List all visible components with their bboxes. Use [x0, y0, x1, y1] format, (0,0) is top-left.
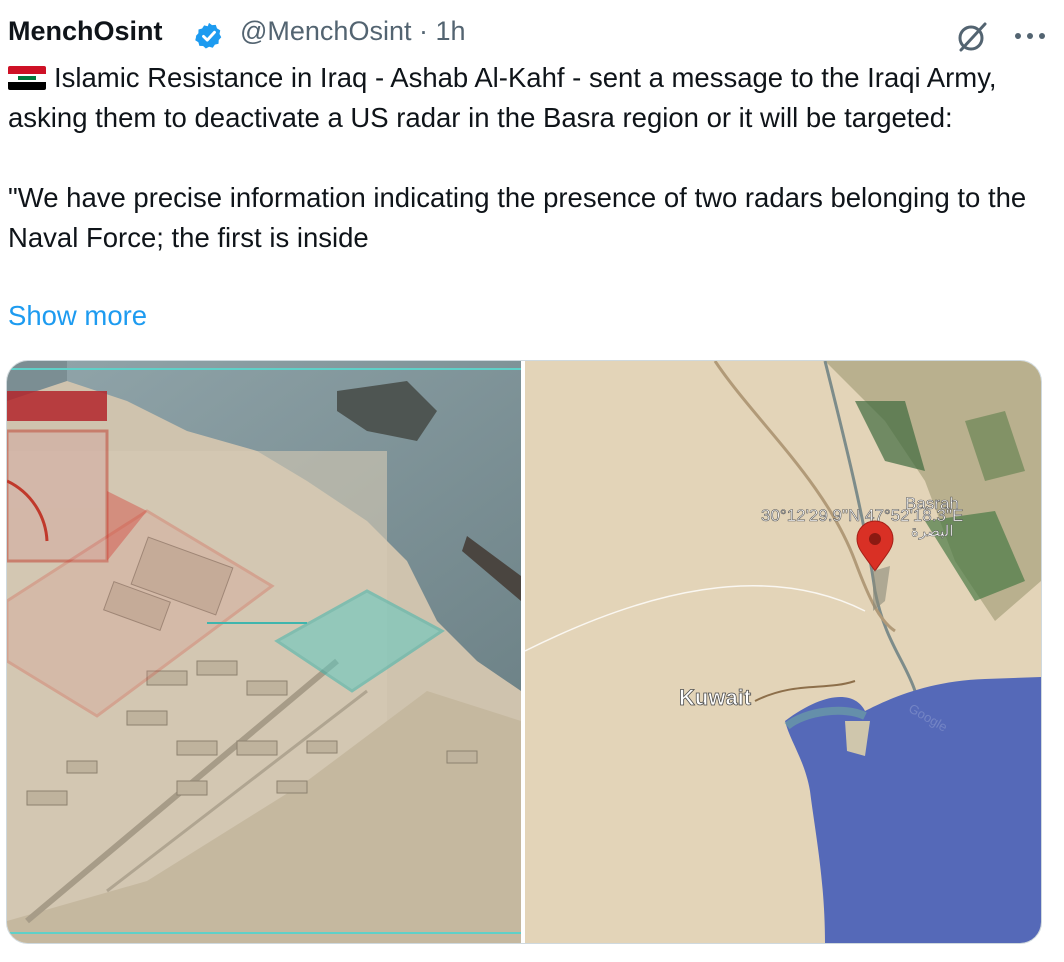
post-header: MenchOsint @MenchOsint · 1h	[8, 12, 1056, 52]
author-display-name[interactable]: MenchOsint	[8, 16, 163, 47]
post-text-line-1: Islamic Resistance in Iraq - Ashab Al-Ka…	[8, 62, 997, 133]
post-text-line-2: "We have precise information indicating …	[8, 182, 1027, 253]
verified-badge-icon	[195, 22, 222, 49]
meta-separator: ·	[411, 16, 436, 46]
grok-icon[interactable]	[952, 16, 992, 56]
post-text: Islamic Resistance in Iraq - Ashab Al-Ka…	[8, 58, 1048, 258]
satellite-photo-base[interactable]	[7, 361, 521, 943]
show-more-link[interactable]: Show more	[8, 296, 147, 336]
more-horizontal-icon[interactable]	[1006, 16, 1054, 56]
post-time[interactable]: 1h	[435, 16, 465, 46]
map-city-label: Basrah	[905, 494, 959, 513]
satellite-map-basra[interactable]: 30°12'29.9"N 47°52'18.3"E Basrah البصرة …	[525, 361, 1041, 943]
map-city-arabic-label: البصرة	[911, 523, 953, 540]
map-country-label: Kuwait	[679, 685, 752, 710]
author-handle[interactable]: @MenchOsint	[240, 16, 411, 46]
iraq-flag-emoji	[8, 66, 46, 90]
author-handle-line: @MenchOsint · 1h	[240, 16, 466, 47]
media-grid: 30°12'29.9"N 47°52'18.3"E Basrah البصرة …	[6, 360, 1042, 944]
post-paragraph-1: Islamic Resistance in Iraq - Ashab Al-Ka…	[8, 58, 1048, 138]
